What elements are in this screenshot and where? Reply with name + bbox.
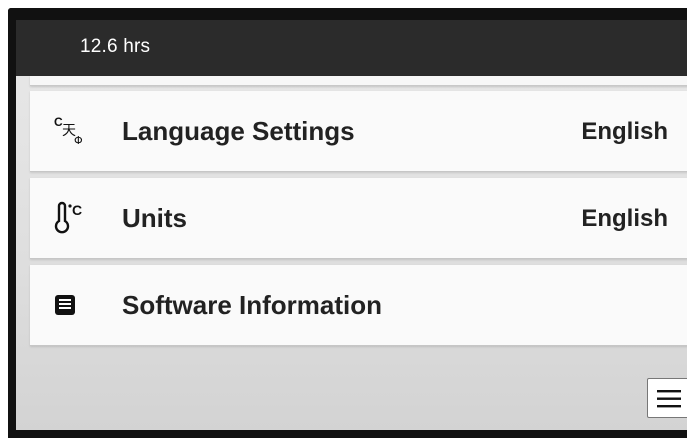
settings-row-label: Language Settings xyxy=(122,116,355,146)
device-screen: 12.6 hrs C 天 Φ Language Settings English… xyxy=(16,20,687,430)
settings-row-value: English xyxy=(581,118,668,145)
thermometer-celsius-icon: C xyxy=(52,200,88,236)
settings-row-units[interactable]: C Units English xyxy=(30,178,687,259)
status-header: 12.6 hrs xyxy=(16,20,687,76)
settings-row-label: Units xyxy=(122,203,187,233)
document-icon xyxy=(52,287,88,323)
settings-row-value: English xyxy=(581,205,668,232)
hamburger-menu-icon xyxy=(657,390,681,408)
previous-list-item-partial[interactable] xyxy=(30,76,687,86)
menu-button[interactable] xyxy=(647,378,687,418)
runtime-hours-text: 12.6 hrs xyxy=(80,36,151,57)
svg-text:C: C xyxy=(72,202,82,218)
settings-row-label: Software Information xyxy=(122,290,383,320)
settings-row-language[interactable]: C 天 Φ Language Settings English xyxy=(30,91,687,172)
svg-text:Φ: Φ xyxy=(74,134,83,147)
settings-row-software-info[interactable]: Software Information xyxy=(30,265,687,346)
language-icon: C 天 Φ xyxy=(52,113,88,149)
